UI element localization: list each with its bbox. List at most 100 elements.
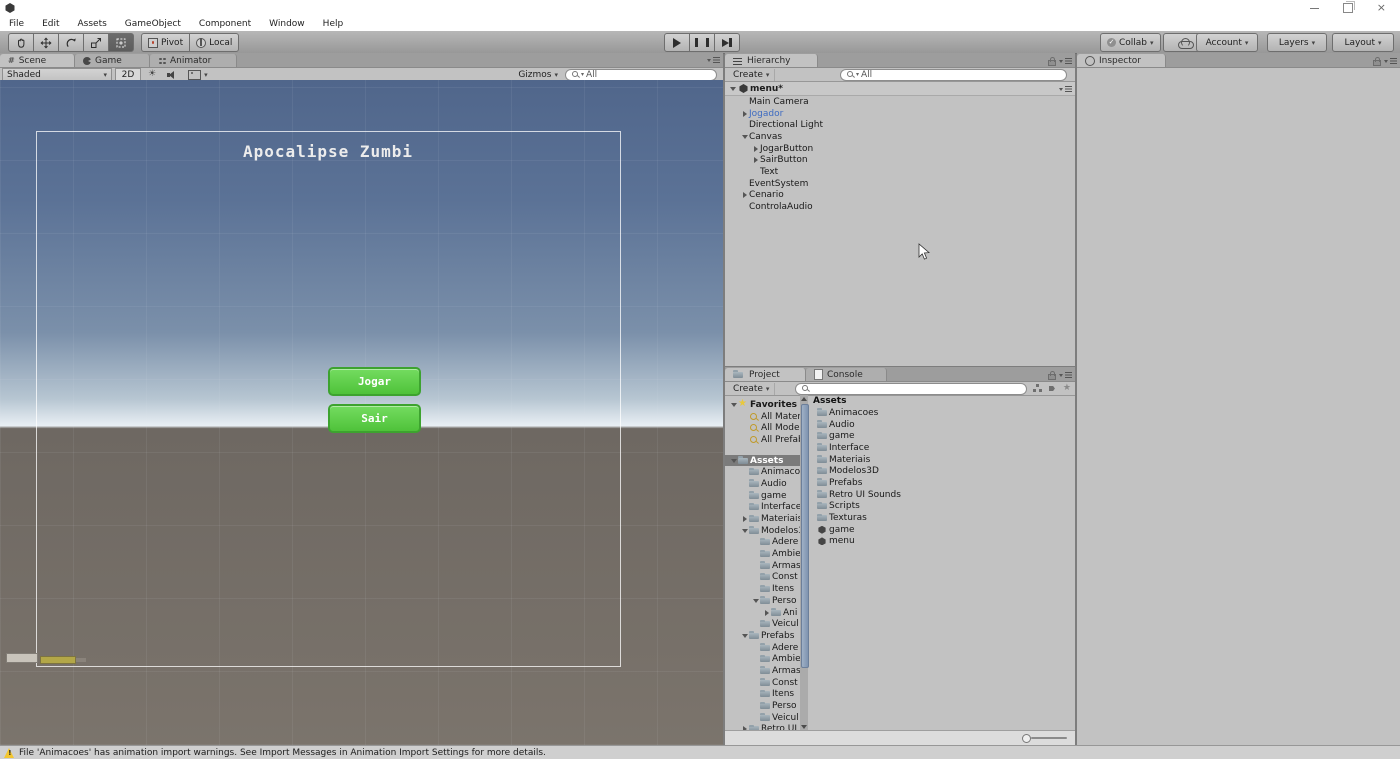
lock-icon[interactable]	[1047, 370, 1055, 379]
tree-row[interactable]: Veicul	[725, 618, 800, 630]
project-search-input[interactable]	[795, 383, 1027, 395]
panel-menu-icon[interactable]	[1059, 57, 1072, 65]
slider-track[interactable]	[1031, 737, 1067, 739]
tree-row[interactable]: Materiais	[725, 513, 800, 525]
tree-row[interactable]: All Models	[725, 422, 800, 434]
asset-row[interactable]: Scripts	[808, 501, 1075, 513]
asset-row[interactable]: Modelos3D	[808, 465, 1075, 477]
asset-row[interactable]: Retro UI Sounds	[808, 489, 1075, 501]
hierarchy-row[interactable]: SairButton	[725, 154, 1075, 166]
tab-hierarchy[interactable]: Hierarchy	[725, 54, 818, 67]
expand-arrow-icon[interactable]	[762, 610, 771, 616]
search-by-label-icon[interactable]	[1048, 384, 1057, 393]
tree-row[interactable]: Adere	[725, 537, 800, 549]
tree-row[interactable]: Prefabs	[725, 630, 800, 642]
tab-game[interactable]: Game	[75, 54, 150, 67]
asset-row[interactable]: Interface	[808, 442, 1075, 454]
hierarchy-row[interactable]: Main Camera	[725, 96, 1075, 108]
menu-help[interactable]: Help	[314, 19, 353, 29]
expand-arrow-icon[interactable]	[740, 516, 749, 522]
project-create-button[interactable]: Create ▾	[728, 383, 775, 395]
expand-arrow-icon[interactable]	[751, 157, 760, 163]
play-button[interactable]	[664, 33, 690, 52]
hierarchy-row[interactable]: EventSystem	[725, 178, 1075, 190]
panel-menu-icon[interactable]	[1059, 371, 1072, 379]
status-bar[interactable]: File 'Animacoes' has animation import wa…	[0, 745, 1400, 759]
scroll-down-icon[interactable]	[801, 725, 807, 729]
lock-icon[interactable]	[1372, 56, 1380, 65]
asset-zoom-slider[interactable]	[725, 730, 1075, 745]
layers-dropdown[interactable]: Layers ▾	[1267, 33, 1327, 52]
collab-button[interactable]: ✓ Collab ▾	[1100, 33, 1161, 52]
expand-arrow-icon[interactable]	[751, 599, 760, 603]
tree-row[interactable]: Animacoes	[725, 466, 800, 478]
tree-row[interactable]: Modelos3D	[725, 525, 800, 537]
scene-effects-dropdown[interactable]: ▾	[184, 69, 212, 80]
hierarchy-row[interactable]: ControlaAudio	[725, 201, 1075, 213]
tab-animator[interactable]: Animator	[150, 54, 237, 67]
slider-knob[interactable]	[1022, 734, 1031, 743]
minimize-icon[interactable]	[1310, 8, 1319, 9]
menu-gameobject[interactable]: GameObject	[116, 19, 190, 29]
tree-row[interactable]: Itens	[725, 689, 800, 701]
asset-row[interactable]: game	[808, 430, 1075, 442]
asset-row[interactable]: game	[808, 524, 1075, 536]
rotate-tool-button[interactable]	[58, 33, 84, 52]
lock-icon[interactable]	[1047, 56, 1055, 65]
expand-arrow-icon[interactable]	[729, 403, 738, 407]
expand-arrow-icon[interactable]	[740, 111, 749, 117]
tree-row[interactable]: Armas	[725, 560, 800, 572]
tree-row[interactable]: Adere	[725, 642, 800, 654]
tree-row[interactable]: Itens	[725, 583, 800, 595]
tree-row[interactable]: Interface	[725, 502, 800, 514]
hierarchy-row[interactable]: Text	[725, 166, 1075, 178]
hierarchy-search-input[interactable]: ▾ All	[840, 69, 1067, 81]
tab-scene[interactable]: # Scene	[0, 54, 75, 67]
scene-header-row[interactable]: menu*	[725, 82, 1075, 96]
menu-component[interactable]: Component	[190, 19, 260, 29]
step-button[interactable]	[714, 33, 740, 52]
asset-row[interactable]: Prefabs	[808, 477, 1075, 489]
asset-row[interactable]: Animacoes	[808, 407, 1075, 419]
tab-project[interactable]: Project	[725, 368, 806, 381]
rect-tool-button[interactable]	[108, 33, 134, 52]
tree-row[interactable]: Ani	[725, 607, 800, 619]
expand-arrow-icon[interactable]	[740, 135, 749, 139]
tree-row[interactable]: Assets	[725, 455, 800, 467]
project-tree-scrollbar[interactable]	[800, 395, 808, 731]
restore-icon[interactable]	[1343, 3, 1353, 13]
scale-tool-button[interactable]	[83, 33, 109, 52]
scene-audio-toggle[interactable]	[163, 69, 181, 80]
layout-dropdown[interactable]: Layout ▾	[1332, 33, 1394, 52]
hierarchy-row[interactable]: Cenario	[725, 190, 1075, 202]
tree-row[interactable]	[725, 446, 800, 455]
gizmos-dropdown[interactable]: Gizmos ▾	[514, 69, 562, 80]
menu-edit[interactable]: Edit	[33, 19, 68, 29]
hierarchy-create-button[interactable]: Create ▾	[728, 69, 775, 81]
tree-row[interactable]: Favorites	[725, 399, 800, 411]
jogar-button[interactable]: Jogar	[328, 367, 421, 396]
menu-file[interactable]: File	[0, 19, 33, 29]
expand-arrow-icon[interactable]	[751, 146, 760, 152]
saved-search-star-icon[interactable]: ★	[1063, 384, 1071, 393]
scene-viewport[interactable]: Apocalipse Zumbi Jogar Sair	[0, 80, 723, 745]
tab-inspector[interactable]: Inspector	[1077, 54, 1166, 67]
asset-row[interactable]: Materiais	[808, 454, 1075, 466]
expand-arrow-icon[interactable]	[740, 529, 749, 533]
search-by-type-icon[interactable]	[1033, 384, 1042, 393]
tree-row[interactable]: Audio	[725, 478, 800, 490]
expand-arrow-icon[interactable]	[740, 634, 749, 638]
pivot-toggle-button[interactable]: Pivot	[141, 33, 190, 52]
expand-arrow-icon[interactable]	[728, 87, 737, 91]
hierarchy-row[interactable]: Canvas	[725, 131, 1075, 143]
assets-breadcrumb[interactable]: Assets	[808, 395, 1075, 407]
move-tool-button[interactable]	[33, 33, 59, 52]
tree-row[interactable]: game	[725, 490, 800, 502]
tab-console[interactable]: Console	[806, 368, 887, 381]
scene-search-input[interactable]: ▾ All	[565, 69, 717, 81]
pause-button[interactable]	[689, 33, 715, 52]
asset-row[interactable]: Texturas	[808, 512, 1075, 524]
sair-button[interactable]: Sair	[328, 404, 421, 433]
tree-row[interactable]: Const	[725, 677, 800, 689]
tree-row[interactable]: Perso	[725, 595, 800, 607]
